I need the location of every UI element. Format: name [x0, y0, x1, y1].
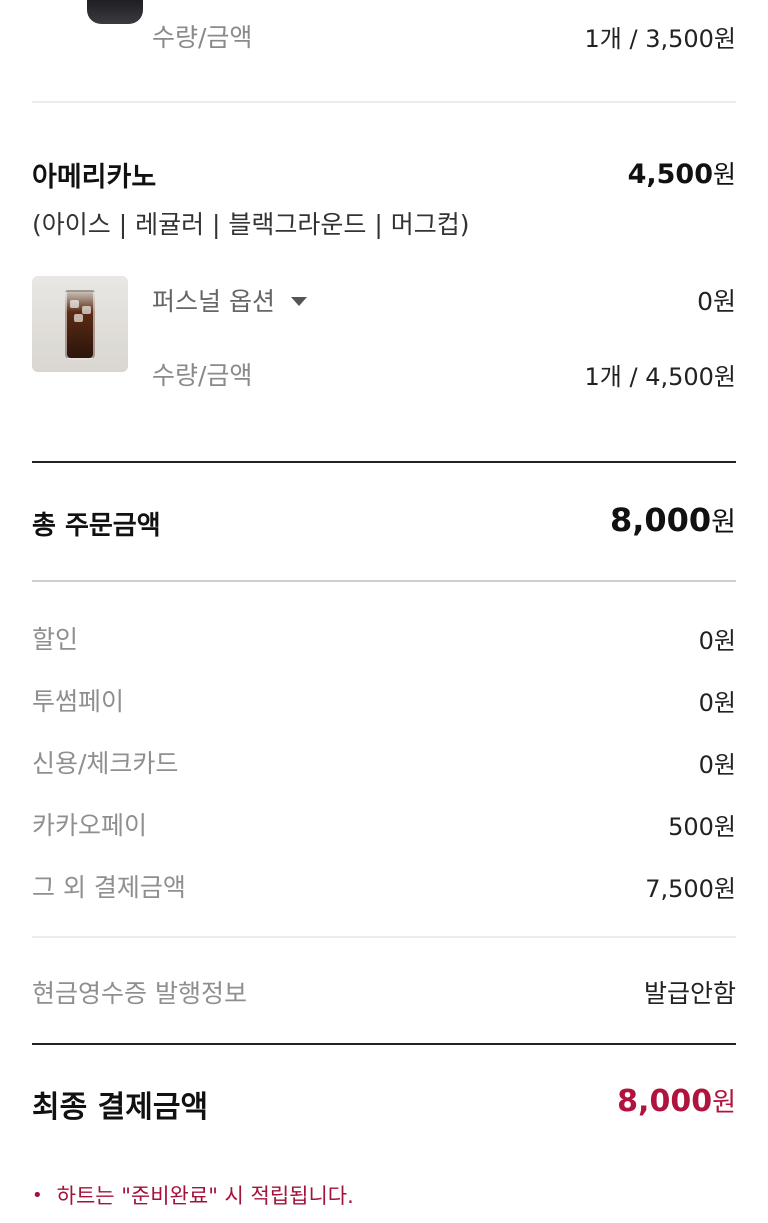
item-options: (아이스 | 레귤러 | 블랙그라운드 | 머그컵): [32, 210, 470, 239]
payment-row-card: 신용/체크카드 0원: [32, 744, 736, 780]
personal-option-toggle[interactable]: 퍼스널 옵션: [152, 282, 307, 318]
total-order-unit: 원: [711, 507, 736, 538]
final-payment-number: 8,000: [617, 1084, 713, 1119]
personal-option-value: 0원: [697, 287, 736, 316]
ice-cube: [74, 314, 83, 322]
item-price: 4,500원: [628, 155, 736, 191]
divider: [32, 101, 736, 103]
total-order-label: 총 주문금액: [32, 511, 161, 541]
cash-receipt-row[interactable]: 현금영수증 발행정보 발급안함: [32, 974, 736, 1010]
payment-row-other: 그 외 결제금액 7,500원: [32, 868, 736, 904]
payment-row-kakaopay: 카카오페이 500원: [32, 806, 736, 842]
heart-reward-note: • 하트는 "준비완료" 시 적립됩니다.: [32, 1180, 354, 1210]
item-price-unit: 원: [712, 160, 736, 189]
caret-down-icon[interactable]: [290, 296, 307, 306]
payment-row-discount: 할인 0원: [32, 620, 736, 656]
cash-receipt-value: 발급안함: [643, 979, 736, 1008]
ice-cube: [70, 300, 79, 308]
payment-row-twosome-pay: 투썸페이 0원: [32, 682, 736, 718]
payment-label: 투썸페이: [32, 687, 125, 716]
payment-label: 할인: [32, 625, 79, 654]
total-order-value: 8,000원: [610, 500, 736, 539]
item-name: 아메리카노: [32, 162, 157, 193]
qty-value: 1개 / 3,500원: [584, 24, 736, 53]
payment-value: 7,500원: [645, 874, 736, 903]
payment-value: 0원: [698, 688, 736, 717]
divider: [32, 1043, 736, 1045]
prev-item-qty-row: 수량/금액 1개 / 3,500원: [32, 18, 736, 54]
divider: [32, 936, 736, 938]
item-price-number: 4,500: [627, 159, 713, 190]
total-order-number: 8,000: [609, 501, 712, 539]
qty-value: 1개 / 4,500원: [584, 362, 736, 391]
bullet-icon: •: [32, 1184, 43, 1206]
payment-label: 카카오페이: [32, 811, 148, 840]
personal-option-label: 퍼스널 옵션: [152, 287, 275, 316]
payment-value: 500원: [668, 812, 736, 841]
divider: [32, 461, 736, 463]
qty-label: 수량/금액: [152, 23, 253, 52]
divider: [32, 580, 736, 582]
payment-label: 신용/체크카드: [32, 749, 179, 778]
qty-label: 수량/금액: [152, 361, 253, 390]
payment-value: 0원: [698, 750, 736, 779]
item-qty-row: 수량/금액 1개 / 4,500원: [32, 356, 736, 392]
heart-reward-text: 하트는 "준비완료" 시 적립됩니다.: [56, 1184, 354, 1208]
final-payment-unit: 원: [712, 1088, 736, 1118]
cash-receipt-label: 현금영수증 발행정보: [32, 979, 247, 1008]
final-payment-value: 8,000원: [617, 1082, 736, 1119]
payment-label: 그 외 결제금액: [32, 873, 186, 902]
ice-cube: [82, 306, 91, 314]
payment-value: 0원: [698, 626, 736, 655]
final-payment-label: 최종 결제금액: [32, 1090, 209, 1125]
